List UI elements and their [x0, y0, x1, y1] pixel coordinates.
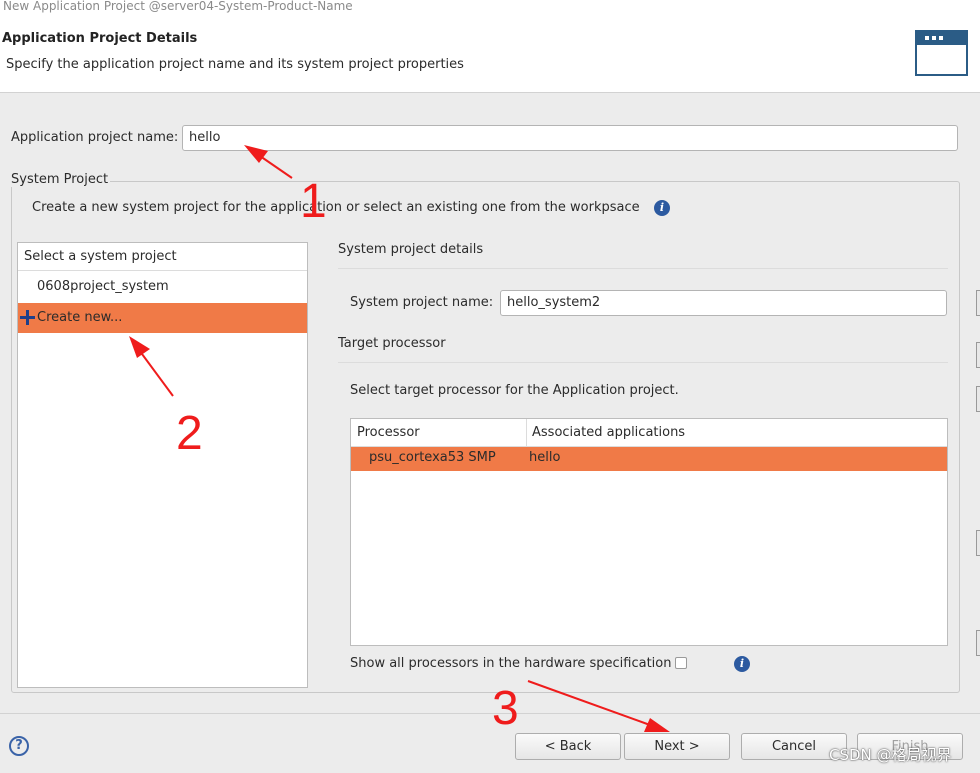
- annotation-number-3: 3: [492, 682, 519, 735]
- arrow-2: [129, 336, 174, 397]
- arrow-1: [244, 145, 293, 179]
- annotation-number-2: 2: [176, 407, 203, 460]
- annotation-arrows: [129, 145, 670, 732]
- annotation-number-1: 1: [300, 175, 327, 228]
- watermark: CSDN @格局视界: [829, 746, 952, 764]
- arrow-3: [527, 680, 670, 732]
